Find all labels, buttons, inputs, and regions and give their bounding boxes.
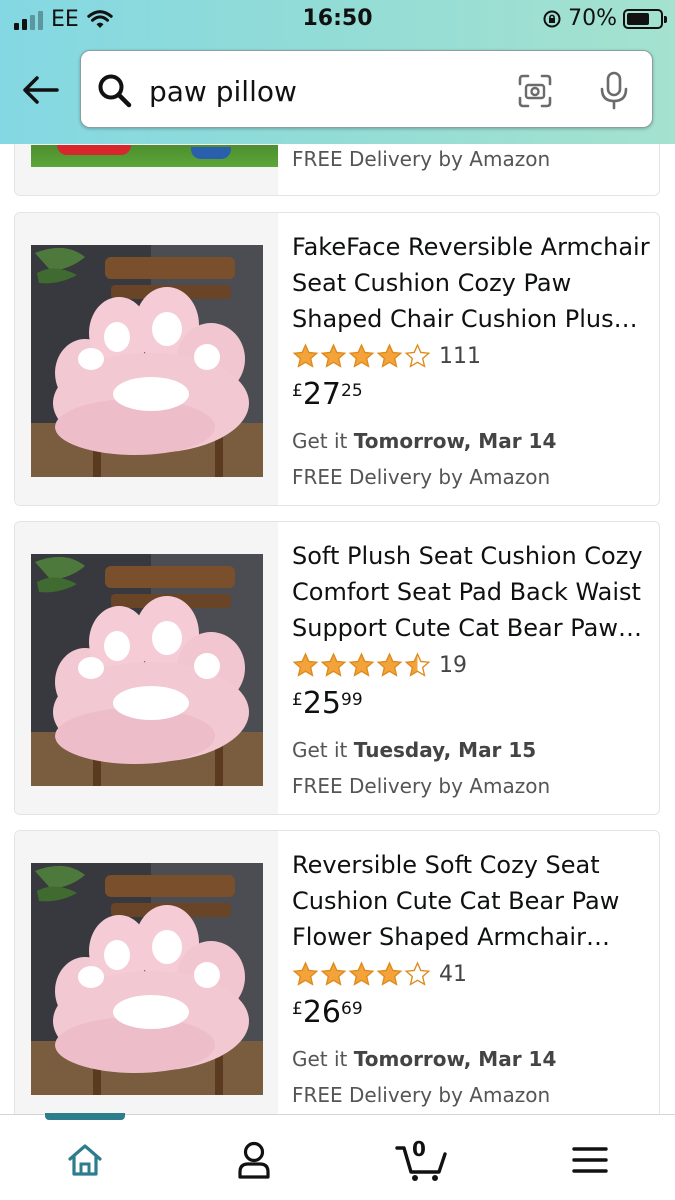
rating-row[interactable]: 41: [292, 959, 651, 989]
star-rating: [292, 342, 431, 370]
star-empty-icon: [404, 960, 431, 986]
product-image[interactable]: [15, 213, 278, 505]
back-button[interactable]: [18, 70, 62, 110]
star-half-icon: [404, 651, 431, 677]
price: £2599: [292, 686, 651, 726]
free-delivery-text: FREE Delivery by Amazon: [292, 1083, 551, 1107]
price-currency: £: [292, 381, 303, 401]
bottom-nav: 0: [0, 1113, 675, 1200]
nav-cart[interactable]: 0: [390, 1135, 454, 1185]
price-whole: 25: [302, 686, 342, 721]
product-title[interactable]: Reversible Soft Cozy Seat Cushion Cute C…: [292, 847, 651, 955]
paw-cushion-image: [31, 554, 263, 786]
star-full-icon: [320, 651, 347, 677]
product-info: Soft Plush Seat Cushion Cozy Comfort Sea…: [292, 522, 651, 798]
price-currency: £: [292, 690, 303, 710]
rating-row[interactable]: 19: [292, 650, 651, 680]
product-image[interactable]: [15, 144, 278, 195]
star-full-icon: [348, 651, 375, 677]
nav-home[interactable]: [55, 1135, 115, 1185]
paw-cushion-image: [31, 245, 263, 477]
delivery-estimate: Get it Tomorrow, Mar 14: [292, 429, 651, 453]
star-rating: [292, 651, 431, 679]
price-whole: 27: [302, 377, 342, 412]
search-icon: [98, 74, 132, 108]
nav-account[interactable]: [224, 1135, 284, 1185]
product-card[interactable]: Reversible Soft Cozy Seat Cushion Cute C…: [14, 830, 660, 1114]
product-card-partial[interactable]: FREE Delivery by Amazon: [14, 144, 660, 196]
search-query[interactable]: paw pillow: [149, 75, 297, 108]
star-full-icon: [292, 960, 319, 986]
delivery-estimate: Get it Tuesday, Mar 15: [292, 738, 651, 762]
camera-scan-icon[interactable]: [517, 73, 553, 109]
star-full-icon: [292, 342, 319, 368]
free-delivery-text: FREE Delivery by Amazon: [292, 774, 551, 798]
product-card[interactable]: FakeFace Reversible Armchair Seat Cushio…: [14, 212, 660, 506]
delivery-prefix: Get it: [292, 738, 354, 762]
product-info: FakeFace Reversible Armchair Seat Cushio…: [292, 213, 651, 489]
free-delivery-text: FREE Delivery by Amazon: [292, 465, 551, 489]
nav-menu[interactable]: [560, 1135, 620, 1185]
search-input[interactable]: paw pillow: [80, 50, 653, 128]
delivery-date: Tomorrow, Mar 14: [353, 1047, 557, 1071]
free-delivery-text: FREE Delivery by Amazon: [292, 147, 551, 171]
delivery-estimate: Get it Tomorrow, Mar 14: [292, 1047, 651, 1071]
delivery-prefix: Get it: [292, 429, 354, 453]
back-arrow-icon: [23, 76, 59, 104]
microphone-icon[interactable]: [599, 71, 629, 111]
star-empty-icon: [404, 342, 431, 368]
orientation-lock-icon: [543, 10, 561, 27]
product-info: Reversible Soft Cozy Seat Cushion Cute C…: [292, 831, 651, 1107]
price: £2669: [292, 995, 651, 1035]
star-full-icon: [320, 960, 347, 986]
product-card[interactable]: Soft Plush Seat Cushion Cozy Comfort Sea…: [14, 521, 660, 815]
price: £2725: [292, 377, 651, 417]
star-full-icon: [376, 960, 403, 986]
star-full-icon: [292, 651, 319, 677]
star-full-icon: [320, 342, 347, 368]
active-tab-indicator: [45, 1113, 125, 1120]
star-full-icon: [348, 342, 375, 368]
status-bar: EE 16:50 70%: [0, 0, 675, 40]
paw-cushion-image: [31, 863, 263, 1095]
delivery-date: Tuesday, Mar 15: [353, 738, 537, 762]
product-title[interactable]: Soft Plush Seat Cushion Cozy Comfort Sea…: [292, 538, 651, 646]
product-image[interactable]: [15, 831, 278, 1114]
battery-percent: 70%: [568, 6, 617, 31]
star-rating: [292, 960, 431, 988]
rating-count: 19: [439, 652, 467, 678]
battery-icon: [623, 8, 667, 29]
price-fraction: 69: [341, 999, 363, 1019]
star-full-icon: [376, 651, 403, 677]
rating-row[interactable]: 111: [292, 341, 651, 371]
price-fraction: 25: [341, 381, 363, 401]
delivery-prefix: Get it: [292, 1047, 354, 1071]
rating-count: 111: [439, 343, 481, 369]
product-title[interactable]: FakeFace Reversible Armchair Seat Cushio…: [292, 229, 651, 337]
price-currency: £: [292, 999, 303, 1019]
delivery-date: Tomorrow, Mar 14: [353, 429, 557, 453]
menu-icon: [572, 1147, 608, 1173]
cart-count: 0: [412, 1137, 426, 1161]
app-header: EE 16:50 70% paw pillow: [0, 0, 675, 144]
star-full-icon: [348, 960, 375, 986]
account-icon: [238, 1141, 270, 1179]
price-fraction: 99: [341, 690, 363, 710]
product-image[interactable]: [15, 522, 278, 814]
home-icon: [68, 1144, 102, 1176]
price-whole: 26: [302, 995, 342, 1030]
rating-count: 41: [439, 961, 467, 987]
star-full-icon: [376, 342, 403, 368]
search-results: FREE Delivery by Amazon FakeFace Reversi…: [0, 144, 675, 1114]
